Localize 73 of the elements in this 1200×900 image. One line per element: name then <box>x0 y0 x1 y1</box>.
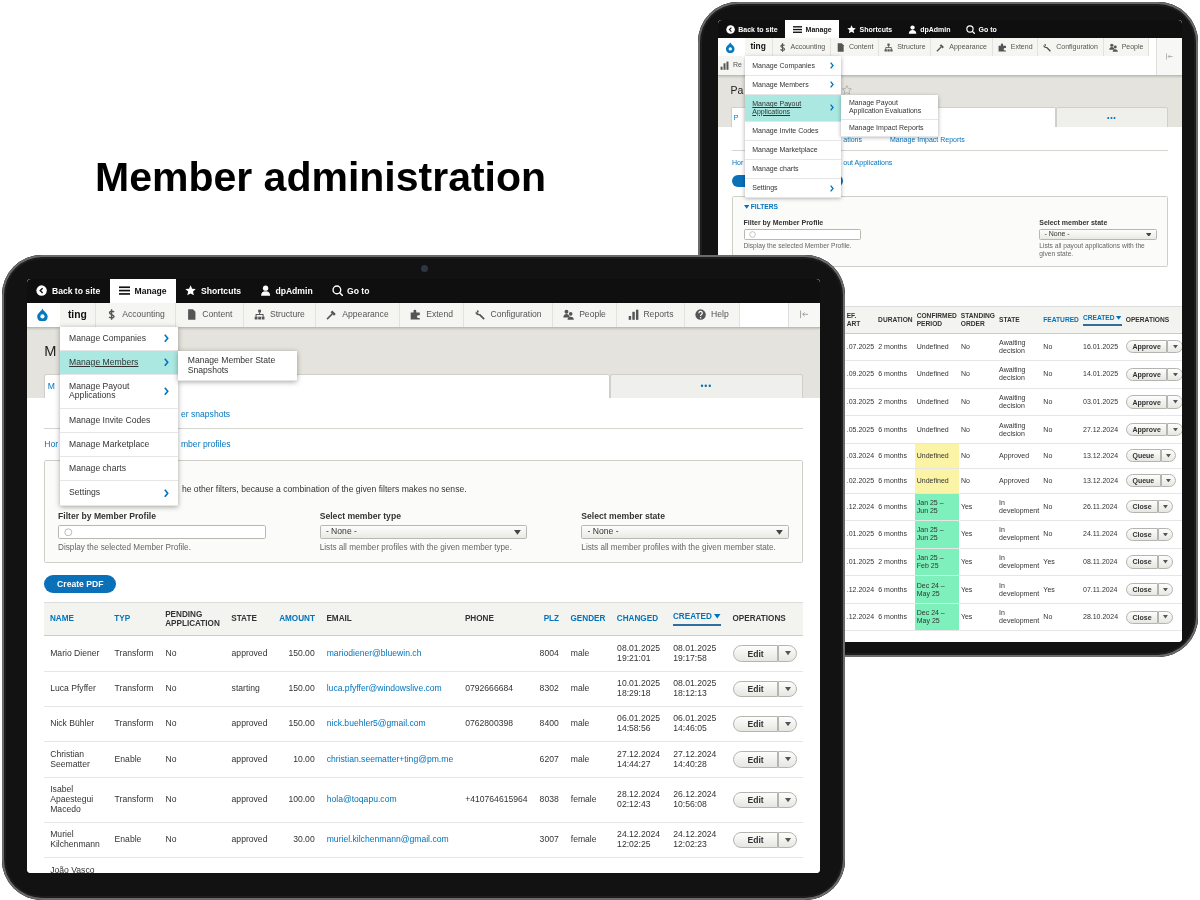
table-cell: starting <box>225 671 274 707</box>
table-cell: Christian Seematter <box>44 741 109 778</box>
table-cell: approved <box>225 706 274 742</box>
table-cell: Isabel Apaestegui Macedo <box>44 777 109 823</box>
field-label: Filter by Member Profile <box>58 512 157 523</box>
table-cell: 27.12.2024 14:40:28 <box>667 741 727 778</box>
table-cell: 3007 <box>533 822 565 858</box>
table-cell: Nick Bühler <box>44 706 109 742</box>
table-cell: 24.12.2024 12:02:23 <box>667 822 727 858</box>
table-cell: Luca Pfyffer <box>44 671 109 707</box>
table-cell: 27.12.2024 14:44:27 <box>611 741 668 778</box>
table-cell: female <box>564 822 612 858</box>
table-cell: 0792666684 <box>459 671 534 707</box>
table-cell: approved <box>225 777 274 823</box>
table-cell: 08.01.2025 19:21:01 <box>611 635 668 672</box>
table-cell: male <box>564 706 612 742</box>
column-header: PHONE <box>459 602 534 636</box>
page-title: M <box>44 343 57 361</box>
table-cell: 24.12.2024 12:02:25 <box>611 822 668 858</box>
field-description: Lists all member profiles with the given member state. <box>581 542 777 553</box>
table-cell: 100.00 <box>273 777 321 823</box>
table-cell: No <box>159 706 226 742</box>
table-cell: approved <box>225 741 274 778</box>
headline: Member administration <box>95 154 547 201</box>
table-cell: 8400 <box>533 706 565 742</box>
field-label: Select member state <box>581 512 666 523</box>
table-cell: Transform <box>108 706 160 742</box>
table-cell: Mario Diener <box>44 635 109 672</box>
table-cell: 06.01.2025 14:46:05 <box>667 706 727 742</box>
table-cell: approved <box>225 822 274 858</box>
table-cell: male <box>564 741 612 778</box>
table-cell: No <box>159 671 226 707</box>
page-title: Pa <box>730 84 744 97</box>
table-cell: 8302 <box>533 671 565 707</box>
column-header: OPERATIONS <box>726 602 803 636</box>
table-cell: No <box>159 635 226 672</box>
table-cell: No <box>159 777 226 823</box>
table-cell: 150.00 <box>273 706 321 742</box>
table-cell: 08.01.2025 18:12:13 <box>667 671 727 707</box>
table-cell: 10.00 <box>273 741 321 778</box>
table-cell: No <box>159 822 226 858</box>
table-cell: Enable <box>108 822 160 858</box>
table-cell: male <box>564 671 612 707</box>
filter-note: he other filters, because a combination of the given filters makes no sense. <box>181 485 468 496</box>
table-cell: 30.00 <box>273 822 321 858</box>
table-cell: Enable <box>108 741 160 778</box>
table-cell: Muriel Kilchenmann <box>44 822 109 858</box>
table-cell: 26.12.2024 10:56:08 <box>667 777 727 823</box>
table-cell: +410764615964 <box>459 777 534 823</box>
table-cell: 8038 <box>533 777 565 823</box>
table-cell: Transform <box>108 777 160 823</box>
table-cell: No <box>159 741 226 778</box>
table-cell: 150.00 <box>273 671 321 707</box>
table-cell: 0762800398 <box>459 706 534 742</box>
table-cell: male <box>564 635 612 672</box>
table-cell: 28.12.2024 02:12:43 <box>611 777 668 823</box>
table-cell: Transform <box>108 671 160 707</box>
table-cell: 150.00 <box>273 635 321 672</box>
field-label: Select member type <box>319 512 402 523</box>
table-cell: 10.01.2025 18:29:18 <box>611 671 668 707</box>
field-description: Display the selected Member Profile. <box>58 542 192 553</box>
table-cell: approved <box>225 635 274 672</box>
table-cell: 6207 <box>533 741 565 778</box>
column-header: PENDING APPLICATION <box>159 602 226 636</box>
table-cell: 8004 <box>533 635 565 672</box>
column-header: STATE <box>225 602 274 636</box>
table-cell: João Vasco <box>44 857 109 873</box>
table-cell: 06.01.2025 14:58:56 <box>611 706 668 742</box>
table-cell: female <box>564 777 612 823</box>
table-cell: 08.01.2025 19:17:58 <box>667 635 727 672</box>
table-cell: Transform <box>108 635 160 672</box>
column-header: EMAIL <box>320 602 460 636</box>
field-description: Lists all member profiles with the given member type. <box>319 542 513 553</box>
